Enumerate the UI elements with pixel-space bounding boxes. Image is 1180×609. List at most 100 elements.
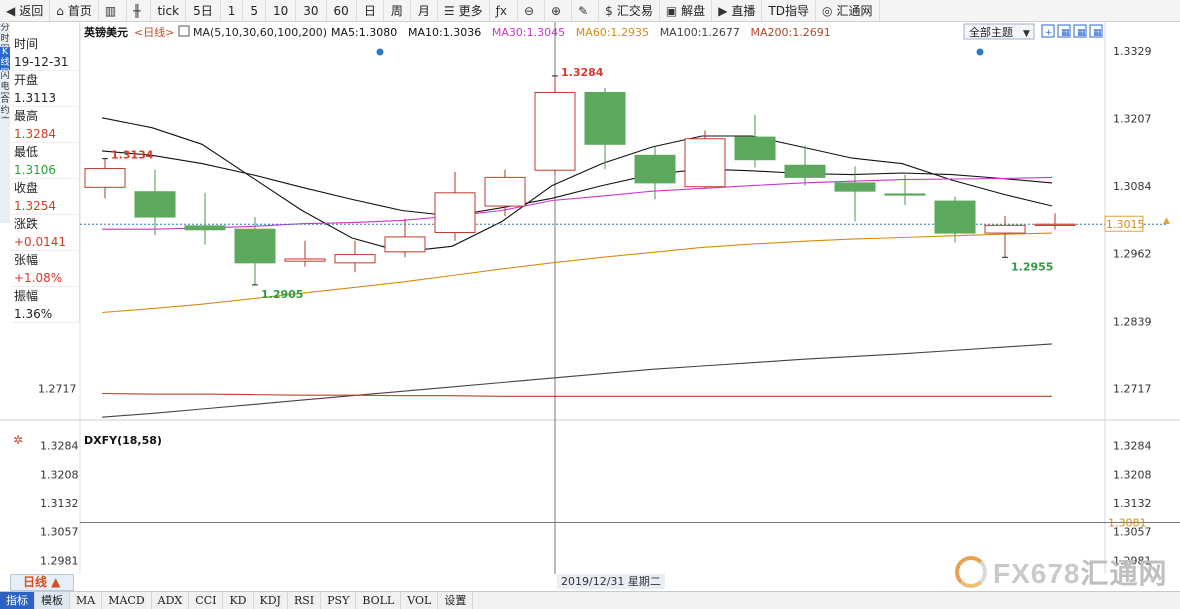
toolbar-item-label-6[interactable]: 1 [221, 0, 244, 21]
toolbar-item-label: 首页 [67, 4, 92, 18]
indicator-tab-12[interactable]: 设置 [438, 592, 474, 609]
toolbar-item-label: 更多 [458, 4, 483, 18]
toolbar-item-back-arrow-icon[interactable]: ◀ 返回 [0, 0, 51, 21]
candle-body[interactable] [534, 91, 576, 171]
indicator-tab-10[interactable]: BOLL [356, 592, 402, 609]
candle-body[interactable] [884, 193, 926, 196]
event-dot[interactable] [976, 48, 984, 56]
indicator-tab-11[interactable]: VOL [401, 592, 439, 609]
indicator-tab-3[interactable]: MACD [102, 592, 152, 609]
candle-body[interactable] [434, 192, 476, 234]
layout-icon-glyph-1: ▦ [1061, 28, 1070, 38]
toolbar-item-label-13[interactable]: 月 [411, 0, 438, 21]
current-price-label: 1.3015 [1106, 218, 1145, 231]
candle-body[interactable] [784, 164, 826, 178]
y-tick-right: 1.2962 [1113, 247, 1152, 260]
event-dot[interactable] [376, 48, 384, 56]
indicator-tab-9[interactable]: PSY [321, 592, 357, 609]
toolbar-item-label: 60 [333, 3, 349, 18]
toolbar-item-label-7[interactable]: 5 [243, 0, 266, 21]
toolbar-item-label: 解盘 [681, 4, 706, 18]
toolbar-item-label: 日 [363, 4, 376, 18]
toolbar-item-label-22[interactable]: TD指导 [762, 0, 817, 21]
ma-header: MA(5,10,30,60,100,200) [193, 26, 327, 39]
annotation-label: 1.3284 [561, 66, 604, 79]
fx-icon: ƒx [495, 3, 507, 18]
toolbar-item-label: tick [157, 3, 180, 18]
candle-body[interactable] [184, 225, 226, 231]
ma-line-ma30 [102, 176, 1053, 230]
toolbar-item-label-9[interactable]: 30 [296, 0, 327, 21]
toolbar-item-dollar-icon[interactable]: $ 汇交易 [599, 0, 660, 21]
watermark-cn: 汇通网 [1080, 558, 1168, 589]
toolbar-item-label-11[interactable]: 日 [357, 0, 384, 21]
ma-value-0: MA5:1.3080 [331, 26, 397, 39]
toolbar-item-logo-icon[interactable]: ◎ 汇通网 [816, 0, 880, 21]
sub-line-label: 1.3081 [1108, 517, 1147, 530]
toolbar-item-label-8[interactable]: 10 [266, 0, 297, 21]
indicator-tab-5[interactable]: CCI [189, 592, 224, 609]
sub-y-tick-left: 1.3132 [40, 497, 79, 510]
candle-body[interactable] [834, 182, 876, 192]
toolbar-item-pencil-icon[interactable]: ✎ [572, 0, 600, 21]
toolbar-item-play-icon[interactable]: ▶ 直播 [712, 0, 763, 21]
toolbar-item-label-5[interactable]: 5日 [186, 0, 221, 21]
ma-toggle-icon[interactable] [178, 25, 190, 37]
indicator-tab-4[interactable]: ADX [152, 592, 190, 609]
indicator-tab-7[interactable]: KDJ [254, 592, 288, 609]
toolbar-item-chat-icon[interactable]: ▣ 解盘 [660, 0, 713, 21]
layout-icon-glyph-0: + [1045, 28, 1053, 38]
candle-body[interactable] [984, 224, 1026, 234]
ma-value-2: MA30:1.3045 [492, 26, 565, 39]
toolbar-item-label-12[interactable]: 周 [384, 0, 411, 21]
period-button[interactable]: 日线 ▲ [10, 574, 74, 591]
toolbar-item-zoom-in-icon[interactable]: ⊕ [545, 0, 573, 21]
list-icon: ☰ [443, 3, 455, 18]
toolbar-item-label-10[interactable]: 60 [327, 0, 357, 21]
indicator-tab-6[interactable]: KD [223, 592, 254, 609]
toolbar-item-label: 5 [250, 3, 258, 18]
candle-body[interactable] [284, 258, 326, 262]
candle-body[interactable] [684, 138, 726, 188]
layout-icon-glyph-3: ▦ [1093, 28, 1102, 38]
toolbar-item-candlestick-icon[interactable]: ╫ [127, 0, 152, 21]
ma-value-3: MA60:1.2935 [576, 26, 649, 39]
candle-body[interactable] [484, 176, 526, 207]
candle-body[interactable] [934, 200, 976, 234]
toolbar-item-label: 汇交易 [616, 4, 653, 18]
watermark-brand: FX678 [993, 558, 1081, 589]
candle-body[interactable] [334, 254, 376, 264]
crosshair-date-label: 2019/12/31 星期二 [557, 574, 665, 589]
toolbar-item-label: 1 [227, 3, 236, 18]
candle-body[interactable] [634, 154, 676, 184]
candle-body[interactable] [384, 236, 426, 253]
toolbar-item-fx-icon[interactable]: ƒx [490, 0, 518, 21]
toolbar-item-zoom-out-icon[interactable]: ⊖ [518, 0, 546, 21]
toolbar-item-label-4[interactable]: tick [151, 0, 187, 21]
indicator-tab-1[interactable]: 模板 [35, 592, 70, 609]
indicator-tab-0[interactable]: 指标 [0, 592, 35, 609]
candle-body[interactable] [84, 168, 126, 188]
toolbar-item-label: 汇通网 [836, 4, 873, 18]
candle-body[interactable] [584, 91, 626, 145]
toolbar-item-bar-chart-icon[interactable]: ▥ [99, 0, 128, 21]
watermark-text: FX678汇通网 [993, 552, 1168, 592]
candle-body[interactable] [134, 191, 176, 218]
sub-y-tick-right: 1.3208 [1113, 468, 1152, 481]
toolbar-item-home-icon[interactable]: ⌂ 首页 [50, 0, 99, 21]
candle-body[interactable] [1034, 223, 1076, 226]
home-icon: ⌂ [56, 3, 64, 18]
ma-line-ma100 [101, 343, 1053, 418]
sub-y-tick-left: 1.3057 [40, 526, 79, 539]
candle-body[interactable] [734, 136, 776, 161]
pencil-icon: ✎ [578, 3, 589, 18]
sub-settings-icon[interactable]: ✲ [13, 433, 23, 447]
ma-line-ma200 [101, 392, 1052, 397]
toolbar-item-list-icon[interactable]: ☰ 更多 [438, 0, 490, 21]
toolbar-item-label: 直播 [731, 4, 756, 18]
indicator-tab-2[interactable]: MA [70, 592, 103, 609]
candle-body[interactable] [234, 228, 276, 264]
price-chart[interactable]: 1.3329 1.3207 1.3084 1.2962 1.2839 1.2717 1.27… [0, 22, 1180, 574]
zoom-out-icon: ⊖ [523, 3, 535, 18]
indicator-tab-8[interactable]: RSI [288, 592, 322, 609]
